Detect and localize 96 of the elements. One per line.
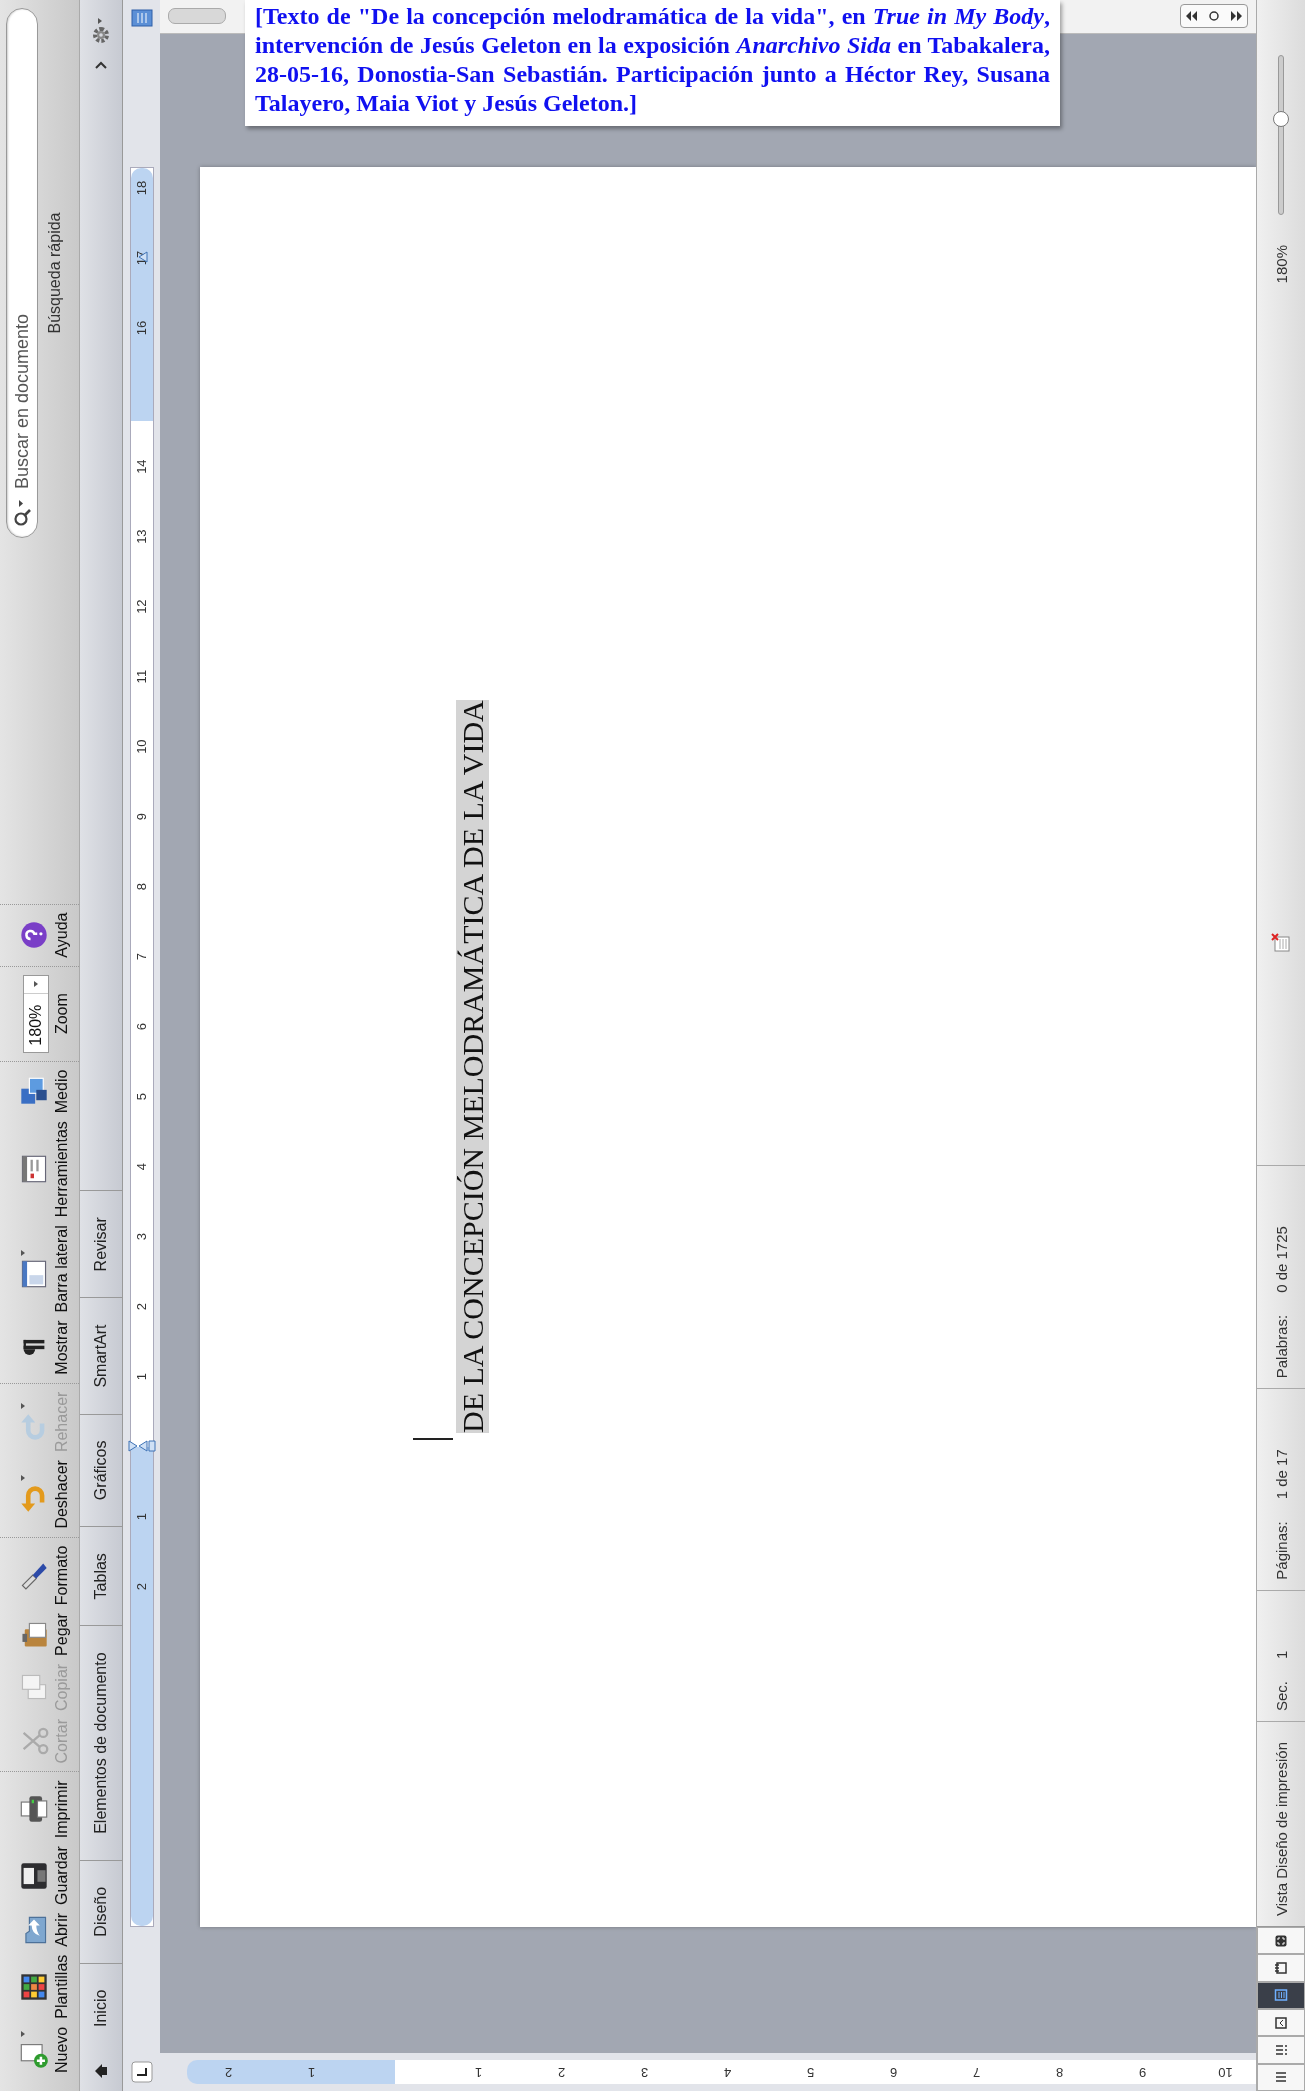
ribbon-tab[interactable]: SmartArt: [80, 1297, 122, 1414]
ruler-number: 6: [132, 1022, 150, 1033]
ruler-number: 4: [722, 2063, 733, 2082]
printer-icon: [19, 1794, 49, 1825]
toolbar-button[interactable]: Nuevo: [0, 2024, 79, 2075]
caption-text: [Texto de "De la concepción melodramática de la vida", en True in My Body, intervención de Jesús Geleton en la exposición Anarchivo Sida en Tabakalera, 28-05-16, Donostia-San Sebastián. Participación junto a Héctor Rey, Susana Talayero, Maia Viot y Jesús Geleton.]: [255, 2, 1050, 118]
caret-icon: [19, 1401, 27, 1410]
status-value: 1: [1272, 1650, 1290, 1659]
ribbon-tab[interactable]: Elementos de documento: [80, 1625, 122, 1860]
zoom-slider[interactable]: [1272, 55, 1290, 215]
tab-stop-icon[interactable]: [129, 2060, 154, 2084]
ruler-number: 14: [132, 458, 150, 476]
slider-thumb[interactable]: [1273, 111, 1289, 127]
toolbar-button[interactable]: Herramientas: [0, 1119, 79, 1220]
ribbon-tab[interactable]: Gráficos: [80, 1413, 122, 1527]
ruler-number: 6: [888, 2063, 899, 2082]
ruler-number: 1: [473, 2063, 484, 2082]
status-value: 1 de 17: [1272, 1449, 1290, 1500]
toolbar-button[interactable]: Mostrar: [0, 1318, 79, 1377]
view-button[interactable]: [1257, 1927, 1305, 1955]
ruler-number: 9: [1137, 2063, 1148, 2082]
scroll-thumb[interactable]: [168, 8, 226, 25]
windows-icon: [19, 1076, 49, 1107]
ruler-number: 10: [1217, 2063, 1234, 2082]
ribbon-tab[interactable]: Tablas: [80, 1526, 122, 1626]
toolbar-button[interactable]: Abrir: [0, 1910, 79, 1949]
document-heading: DE LA CONCEPCIÓN MELODRAMÁTICA DE LA VIDA: [456, 700, 489, 1433]
search-icon[interactable]: [12, 498, 32, 528]
ruler-number: 18: [132, 179, 150, 198]
indent-marker-icon[interactable]: [126, 1440, 157, 1452]
zoom-reading: 180%: [1272, 245, 1290, 284]
chevron-icon[interactable]: [93, 60, 109, 70]
view-name: Vista Diseño de impresión: [1272, 1742, 1290, 1916]
toolbar-button[interactable]: Medio: [0, 1067, 79, 1116]
toolbar-button[interactable]: Plantillas: [0, 1952, 79, 2021]
outline-icon: [1274, 2043, 1288, 2057]
view-button[interactable]: [1257, 2009, 1305, 2037]
ruler-number: 2: [132, 1302, 150, 1313]
view-button[interactable]: [1257, 2063, 1305, 2091]
ruler-number: 10: [132, 738, 150, 756]
toolbar-button[interactable]: Formato: [0, 1543, 79, 1608]
help-icon: [19, 920, 49, 951]
ruler-number: 12: [132, 598, 150, 616]
toolbar-button[interactable]: Barra lateral: [0, 1223, 79, 1315]
gear-icon[interactable]: [90, 16, 112, 46]
ribbon-tab[interactable]: Diseño: [80, 1859, 122, 1963]
status-label: Palabras:: [1272, 1314, 1290, 1379]
zoom-dropdown[interactable]: 180%: [23, 974, 49, 1053]
ribbon-tab[interactable]: Inicio: [80, 1962, 122, 2053]
sidebar-icon: [19, 1258, 49, 1289]
caret-icon: [19, 1474, 27, 1483]
view-button[interactable]: [1257, 2036, 1305, 2064]
ruler-number: 7: [971, 2063, 982, 2082]
caret-icon: [19, 1248, 27, 1257]
notebook-icon: [1274, 1961, 1288, 1976]
ruler-number: 3: [639, 2063, 650, 2082]
ruler-number: 16: [132, 319, 150, 338]
view-button[interactable]: [1257, 1954, 1305, 1982]
fullscreen-icon: [1274, 1933, 1288, 1948]
search-field[interactable]: Buscar en documento: [6, 8, 38, 538]
ruler-number: 7: [132, 952, 150, 963]
toolbar-button[interactable]: Deshacer: [0, 1458, 79, 1531]
text-cursor: [413, 1438, 453, 1440]
page-icon: [1274, 1988, 1288, 2003]
caret-icon: [19, 2029, 27, 2038]
ruler-number: 5: [805, 2063, 816, 2082]
ruler-number: 2: [132, 1582, 150, 1593]
ruler-number: 1: [132, 1512, 150, 1523]
ruler-number: 1: [306, 2063, 317, 2082]
toolbox-icon: [19, 1154, 49, 1185]
ruler-number: 13: [132, 528, 150, 546]
status-value: 0 de 1725: [1272, 1226, 1290, 1293]
toolbar-button[interactable]: Imprimir: [0, 1778, 79, 1841]
ruler-number: 2: [223, 2063, 234, 2082]
ruler-number: 8: [1054, 2063, 1065, 2082]
ribbon-tab[interactable]: Revisar: [80, 1190, 122, 1298]
caret-icon: [32, 979, 40, 988]
status-label: Sec.: [1272, 1681, 1290, 1711]
toolbar-button[interactable]: Ayuda: [0, 910, 79, 960]
zoom-label: Zoom: [53, 993, 71, 1035]
ruler-number: 11: [132, 668, 150, 686]
grid-icon: [19, 1971, 49, 2002]
ruler-number: 9: [132, 812, 150, 823]
status-label: Páginas:: [1272, 1521, 1290, 1580]
layout-icon: [1274, 2015, 1288, 2030]
lines-icon: [1274, 2070, 1288, 2085]
toolbar-button[interactable]: Guardar: [0, 1844, 79, 1907]
ruler-number: 5: [132, 1092, 150, 1103]
toolbar-button[interactable]: Pegar: [0, 1611, 79, 1658]
search-label: Búsqueda rápida: [46, 212, 64, 334]
ruler-number: 8: [132, 882, 150, 893]
ruler-number: 3: [132, 1232, 150, 1243]
ruler-number: 2: [556, 2063, 567, 2082]
ruler-number: 1: [132, 1372, 150, 1383]
split-icon[interactable]: [129, 8, 154, 28]
ruler-number: 4: [132, 1162, 150, 1173]
